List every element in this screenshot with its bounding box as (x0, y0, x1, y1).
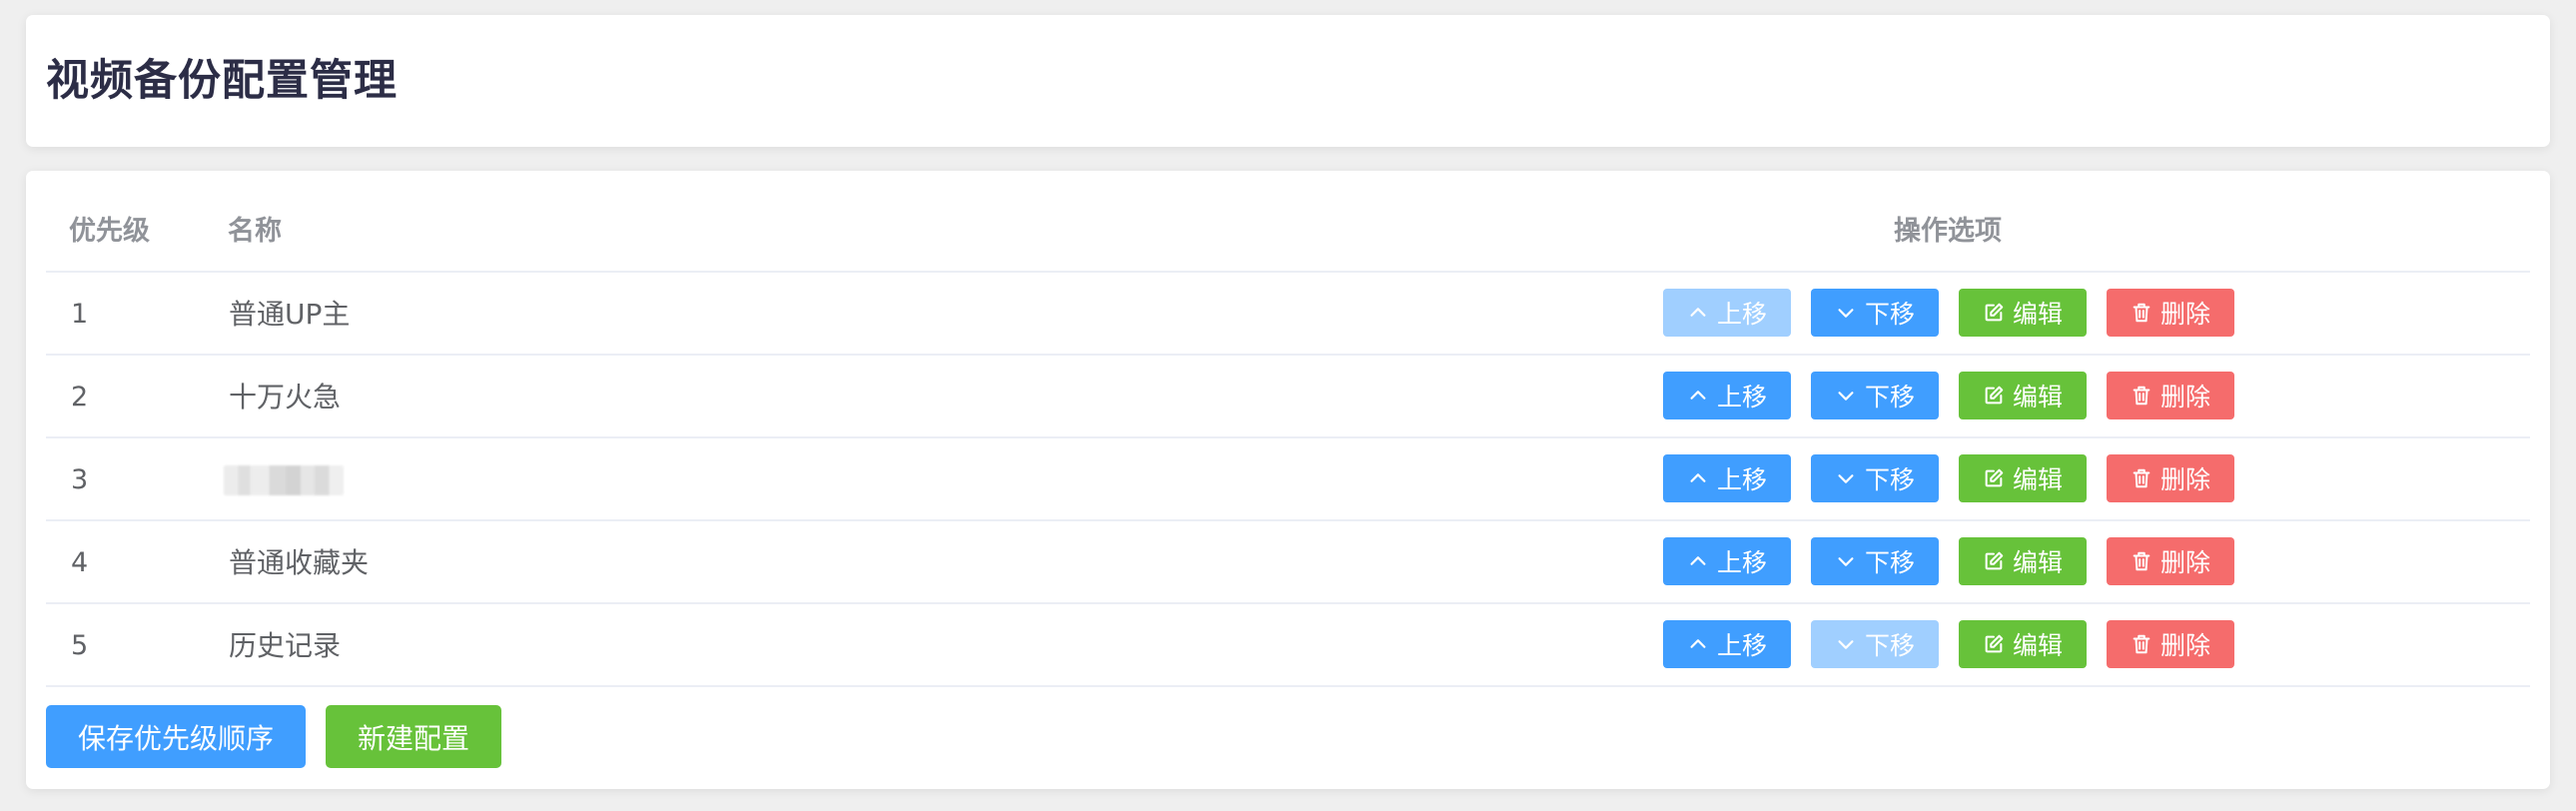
edit-icon (1983, 550, 2005, 572)
page: 视频备份配置管理 优先级 名称 操作选项 1 普通UP主 上移 下移 编辑 删除 2 十万火急… (0, 0, 2576, 811)
chevron-down-icon (1835, 385, 1857, 406)
column-header-priority: 优先级 (69, 216, 150, 247)
chevron-up-icon (1687, 633, 1709, 655)
move-down-button[interactable]: 下移 (1811, 454, 1939, 502)
name-cell: 十万火急 (229, 381, 342, 413)
priority-cell: 1 (71, 299, 89, 330)
move-up-button-label: 上移 (1716, 383, 1767, 411)
table-body: 1 普通UP主 上移 下移 编辑 删除 2 十万火急 上移 下移 编辑 删除 3 上移 下移 编辑 删除 4 普通收… (46, 273, 2530, 687)
row-actions: 上移 下移 编辑 删除 (1663, 620, 2234, 668)
trash-icon (2131, 550, 2152, 572)
move-up-button[interactable]: 上移 (1663, 372, 1791, 419)
chevron-down-icon (1835, 302, 1857, 324)
chevron-down-icon (1835, 467, 1857, 489)
table-row: 5 历史记录 上移 下移 编辑 删除 (46, 604, 2530, 687)
priority-cell: 5 (71, 630, 89, 661)
move-up-button-label: 上移 (1716, 300, 1767, 329)
delete-button[interactable]: 删除 (2107, 620, 2234, 668)
name-cell: 普通收藏夹 (229, 546, 370, 579)
delete-button[interactable]: 删除 (2107, 454, 2234, 502)
row-actions: 上移 下移 编辑 删除 (1663, 289, 2234, 337)
priority-cell: 3 (71, 464, 89, 495)
move-up-button: 上移 (1663, 289, 1791, 337)
edit-button-label: 编辑 (2012, 465, 2063, 494)
edit-button-label: 编辑 (2012, 548, 2063, 577)
delete-button-label: 删除 (2159, 465, 2210, 494)
move-down-button: 下移 (1811, 620, 1939, 668)
move-down-button-label: 下移 (1864, 300, 1915, 329)
edit-button[interactable]: 编辑 (1959, 372, 2087, 419)
delete-button-label: 删除 (2159, 300, 2210, 329)
move-down-button[interactable]: 下移 (1811, 289, 1939, 337)
edit-button[interactable]: 编辑 (1959, 620, 2087, 668)
move-up-button[interactable]: 上移 (1663, 620, 1791, 668)
edit-icon (1983, 302, 2005, 324)
delete-button[interactable]: 删除 (2107, 289, 2234, 337)
name-cell: 历史记录 (229, 629, 342, 662)
priority-cell: 2 (71, 382, 89, 412)
chevron-down-icon (1835, 550, 1857, 572)
header-card: 视频备份配置管理 (26, 15, 2550, 147)
edit-button-label: 编辑 (2012, 631, 2063, 660)
move-up-button-label: 上移 (1716, 631, 1767, 660)
chevron-up-icon (1687, 550, 1709, 572)
table-header: 优先级 名称 操作选项 (46, 191, 2530, 273)
page-title: 视频备份配置管理 (46, 56, 398, 106)
edit-icon (1983, 385, 2005, 406)
table-row: 2 十万火急 上移 下移 编辑 删除 (46, 356, 2530, 438)
footer-actions: 保存优先级顺序 新建配置 (46, 705, 501, 768)
move-down-button-label: 下移 (1864, 383, 1915, 411)
chevron-up-icon (1687, 467, 1709, 489)
save-priority-button[interactable]: 保存优先级顺序 (46, 705, 306, 768)
table-row: 4 普通收藏夹 上移 下移 编辑 删除 (46, 521, 2530, 604)
edit-button[interactable]: 编辑 (1959, 289, 2087, 337)
row-actions: 上移 下移 编辑 删除 (1663, 372, 2234, 419)
move-up-button[interactable]: 上移 (1663, 537, 1791, 585)
name-cell-redacted (224, 465, 344, 495)
move-up-button-label: 上移 (1716, 548, 1767, 577)
move-down-button-label: 下移 (1864, 465, 1915, 494)
column-header-actions: 操作选项 (1894, 216, 2002, 247)
move-down-button[interactable]: 下移 (1811, 372, 1939, 419)
delete-button[interactable]: 删除 (2107, 372, 2234, 419)
config-card: 优先级 名称 操作选项 1 普通UP主 上移 下移 编辑 删除 2 十万火急 上移 下移 编辑 删除 3… (26, 171, 2550, 789)
edit-button[interactable]: 编辑 (1959, 537, 2087, 585)
edit-icon (1983, 633, 2005, 655)
delete-button-label: 删除 (2159, 631, 2210, 660)
delete-button-label: 删除 (2159, 548, 2210, 577)
move-up-button[interactable]: 上移 (1663, 454, 1791, 502)
move-down-button-label: 下移 (1864, 548, 1915, 577)
delete-button-label: 删除 (2159, 383, 2210, 411)
chevron-up-icon (1687, 302, 1709, 324)
config-table: 优先级 名称 操作选项 1 普通UP主 上移 下移 编辑 删除 2 十万火急 上移 下移 编辑 删除 3… (46, 191, 2530, 687)
move-down-button-label: 下移 (1864, 631, 1915, 660)
delete-button[interactable]: 删除 (2107, 537, 2234, 585)
move-down-button[interactable]: 下移 (1811, 537, 1939, 585)
table-row: 1 普通UP主 上移 下移 编辑 删除 (46, 273, 2530, 356)
trash-icon (2131, 633, 2152, 655)
edit-button-label: 编辑 (2012, 300, 2063, 329)
new-config-button[interactable]: 新建配置 (326, 705, 501, 768)
column-header-name: 名称 (228, 216, 282, 247)
priority-cell: 4 (71, 547, 89, 578)
row-actions: 上移 下移 编辑 删除 (1663, 537, 2234, 585)
move-up-button-label: 上移 (1716, 465, 1767, 494)
name-cell: 普通UP主 (229, 298, 351, 331)
chevron-down-icon (1835, 633, 1857, 655)
edit-button[interactable]: 编辑 (1959, 454, 2087, 502)
table-row: 3 上移 下移 编辑 删除 (46, 438, 2530, 521)
edit-button-label: 编辑 (2012, 383, 2063, 411)
edit-icon (1983, 467, 2005, 489)
trash-icon (2131, 302, 2152, 324)
row-actions: 上移 下移 编辑 删除 (1663, 454, 2234, 502)
trash-icon (2131, 385, 2152, 406)
chevron-up-icon (1687, 385, 1709, 406)
trash-icon (2131, 467, 2152, 489)
